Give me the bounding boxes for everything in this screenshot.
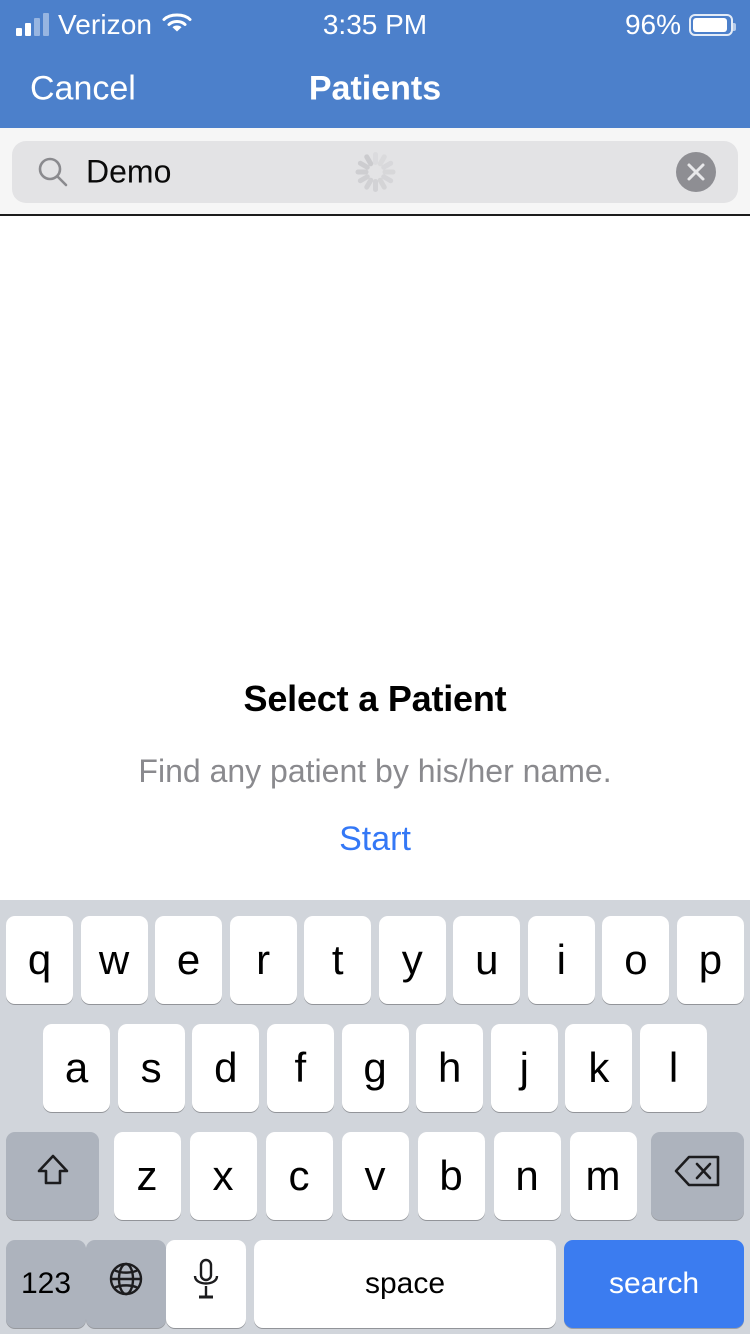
empty-state-title: Select a Patient bbox=[243, 678, 507, 719]
globe-language-icon bbox=[104, 1257, 148, 1311]
key-x[interactable]: x bbox=[189, 1132, 257, 1220]
key-z[interactable]: z bbox=[113, 1132, 181, 1220]
shift-arrow-icon bbox=[31, 1149, 75, 1203]
shift-key[interactable] bbox=[6, 1132, 99, 1220]
search-input-value: Demo bbox=[86, 153, 172, 190]
keyboard-row-2: asdfghjkl bbox=[0, 1024, 750, 1112]
numbers-key[interactable]: 123 bbox=[6, 1240, 86, 1328]
key-a[interactable]: a bbox=[43, 1024, 110, 1112]
activity-spinner-icon bbox=[353, 150, 397, 194]
key-u[interactable]: u bbox=[453, 916, 521, 1004]
key-p[interactable]: p bbox=[676, 916, 744, 1004]
key-m[interactable]: m bbox=[569, 1132, 637, 1220]
key-l[interactable]: l bbox=[640, 1024, 707, 1112]
clock-label: 3:35 PM bbox=[322, 9, 428, 40]
key-k[interactable]: k bbox=[565, 1024, 633, 1112]
key-n[interactable]: n bbox=[493, 1132, 561, 1220]
key-y[interactable]: y bbox=[378, 916, 446, 1004]
key-f[interactable]: f bbox=[266, 1024, 334, 1112]
search-icon bbox=[36, 155, 70, 189]
battery-icon bbox=[689, 14, 736, 36]
keyboard-row-4: 123 space search bbox=[0, 1240, 750, 1328]
backspace-delete-icon bbox=[673, 1151, 723, 1201]
search-return-key[interactable]: search bbox=[564, 1240, 744, 1328]
results-area: Select a Patient Find any patient by his… bbox=[0, 218, 750, 900]
search-input[interactable]: Demo bbox=[12, 141, 738, 203]
search-bar: Demo bbox=[0, 128, 750, 216]
backspace-key[interactable] bbox=[651, 1132, 744, 1220]
key-t[interactable]: t bbox=[304, 916, 372, 1004]
key-h[interactable]: h bbox=[416, 1024, 484, 1112]
key-j[interactable]: j bbox=[490, 1024, 558, 1112]
dictation-key[interactable] bbox=[166, 1240, 246, 1328]
app-screen: Verizon 3:35 PM 96% Cancel Patients Demo… bbox=[0, 0, 750, 1334]
key-g[interactable]: g bbox=[341, 1024, 409, 1112]
space-key[interactable]: space bbox=[254, 1240, 556, 1328]
on-screen-keyboard: qwertyuiop asdfghjkl zxcvbnm 123 space s… bbox=[0, 900, 750, 1334]
key-w[interactable]: w bbox=[80, 916, 148, 1004]
key-b[interactable]: b bbox=[417, 1132, 485, 1220]
empty-state-subtitle: Find any patient by his/her name. bbox=[138, 753, 612, 789]
key-v[interactable]: v bbox=[341, 1132, 409, 1220]
page-title: Patients bbox=[308, 69, 442, 108]
key-o[interactable]: o bbox=[602, 916, 670, 1004]
globe-key[interactable] bbox=[86, 1240, 166, 1328]
battery-percent-label: 96% bbox=[624, 9, 681, 40]
key-i[interactable]: i bbox=[527, 916, 595, 1004]
keyboard-row-1: qwertyuiop bbox=[0, 916, 750, 1004]
status-bar-right: 96% bbox=[624, 0, 736, 50]
start-button[interactable]: Start bbox=[339, 820, 411, 859]
key-r[interactable]: r bbox=[229, 916, 297, 1004]
key-d[interactable]: d bbox=[192, 1024, 260, 1112]
empty-state: Select a Patient Find any patient by his… bbox=[0, 678, 750, 859]
microphone-icon bbox=[189, 1256, 223, 1312]
clear-search-button[interactable] bbox=[676, 152, 716, 192]
keyboard-row-3: zxcvbnm bbox=[0, 1132, 750, 1220]
key-s[interactable]: s bbox=[117, 1024, 185, 1112]
key-q[interactable]: q bbox=[6, 916, 73, 1004]
key-e[interactable]: e bbox=[155, 916, 223, 1004]
navigation-bar: Cancel Patients bbox=[0, 50, 750, 128]
key-c[interactable]: c bbox=[265, 1132, 333, 1220]
status-bar: Verizon 3:35 PM 96% bbox=[0, 0, 750, 50]
